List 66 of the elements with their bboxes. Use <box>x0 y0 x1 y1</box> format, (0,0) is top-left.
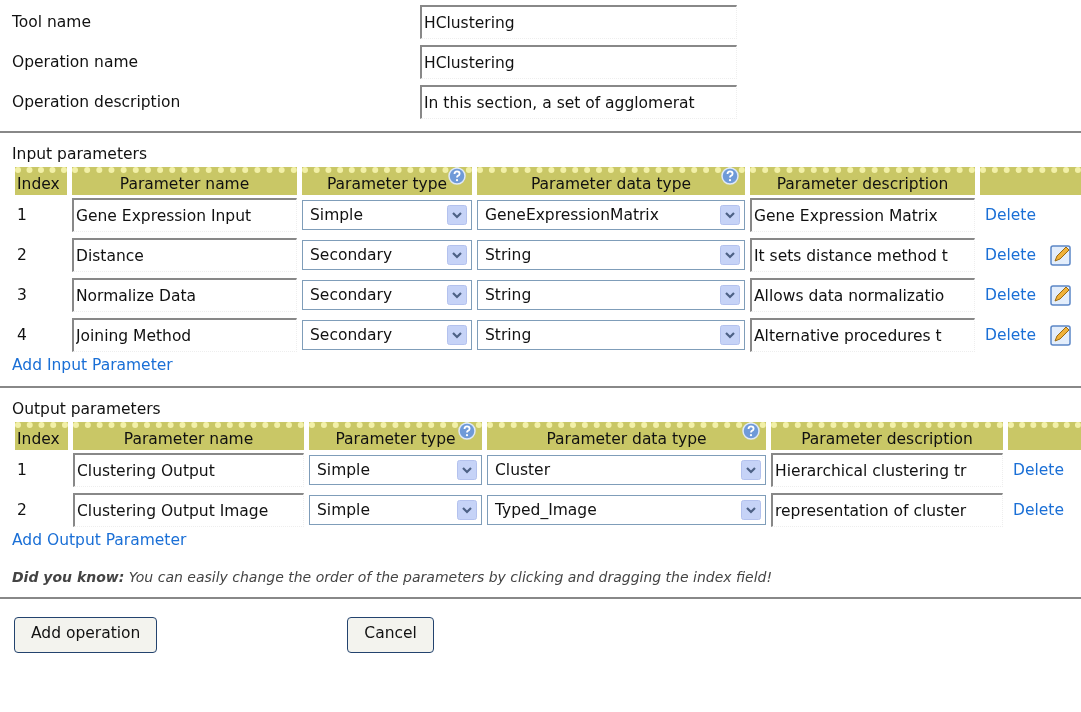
type-select[interactable]: Secondary <box>302 240 472 270</box>
name-field[interactable]: Clustering Output Image <box>73 493 304 527</box>
name-field[interactable]: Clustering Output <box>73 453 304 487</box>
delete-link[interactable]: Delete <box>1013 461 1064 479</box>
field-label: Operation name <box>12 53 139 71</box>
help-icon[interactable] <box>721 167 739 185</box>
column-header: Parameter name <box>123 430 254 448</box>
column-header: Parameter name <box>119 175 250 193</box>
row-index[interactable]: 2 <box>15 246 67 264</box>
help-icon[interactable] <box>458 422 476 440</box>
column-header: Parameter description <box>801 430 973 448</box>
name-field[interactable]: Normalize Data <box>72 278 297 312</box>
description-field[interactable]: Alternative procedures t <box>750 318 975 352</box>
delete-link[interactable]: Delete <box>1013 501 1064 519</box>
help-icon[interactable] <box>448 167 466 185</box>
field-label: Operation description <box>12 93 181 111</box>
description-field[interactable]: representation of cluster <box>771 493 1003 527</box>
type-select[interactable]: Simple <box>309 455 482 485</box>
row-index[interactable]: 1 <box>15 206 67 224</box>
type-select[interactable]: Secondary <box>302 320 472 350</box>
description-field[interactable]: Gene Expression Matrix <box>750 198 975 232</box>
form-button[interactable]: Add operation <box>14 617 158 653</box>
section-title: Output parameters <box>12 400 162 418</box>
data-type-select[interactable]: Typed_Image <box>487 495 766 525</box>
column-header: Index <box>17 175 60 193</box>
delete-link[interactable]: Delete <box>985 246 1036 264</box>
delete-link[interactable]: Delete <box>985 286 1036 304</box>
form-button[interactable]: Cancel <box>347 617 434 653</box>
data-type-select[interactable]: Cluster <box>487 455 766 485</box>
name-field[interactable]: Gene Expression Input <box>72 198 297 232</box>
description-field[interactable]: It sets distance method t <box>750 238 975 272</box>
row-index[interactable]: 2 <box>15 501 68 519</box>
column-header: Index <box>17 430 60 448</box>
column-header: Parameter description <box>776 175 949 193</box>
data-type-select[interactable]: String <box>477 280 745 310</box>
pencil-icon[interactable] <box>1049 244 1072 266</box>
row-index[interactable]: 1 <box>15 461 68 479</box>
add-parameter-link[interactable]: Add Input Parameter <box>12 356 173 374</box>
delete-link[interactable]: Delete <box>985 206 1036 224</box>
type-select[interactable]: Simple <box>309 495 482 525</box>
description-field[interactable]: Allows data normalizatio <box>750 278 975 312</box>
column-header: Parameter data type <box>546 430 707 448</box>
type-select[interactable]: Secondary <box>302 280 472 310</box>
add-parameter-link[interactable]: Add Output Parameter <box>12 531 187 549</box>
column-header: Parameter data type <box>530 175 691 193</box>
pencil-icon[interactable] <box>1049 324 1072 346</box>
data-type-select[interactable]: GeneExpressionMatrix <box>477 200 745 230</box>
column-header: Parameter type <box>335 430 456 448</box>
delete-link[interactable]: Delete <box>985 326 1036 344</box>
name-field[interactable]: Distance <box>72 238 297 272</box>
tip-text: Did you know: You can easily change the order of the parameters by clicking and dragging the index field! <box>12 569 774 585</box>
pencil-icon[interactable] <box>1049 284 1072 306</box>
help-icon[interactable] <box>742 422 760 440</box>
column-header: Parameter type <box>326 175 448 193</box>
data-type-select[interactable]: String <box>477 320 745 350</box>
section-title: Input parameters <box>12 145 148 163</box>
text-field[interactable]: In this section, a set of agglomerat <box>420 85 737 119</box>
type-select[interactable]: Simple <box>302 200 472 230</box>
field-label: Tool name <box>12 13 91 31</box>
description-field[interactable]: Hierarchical clustering tr <box>771 453 1003 487</box>
text-field[interactable]: HClustering <box>420 45 737 79</box>
text-field[interactable]: HClustering <box>420 5 737 39</box>
row-index[interactable]: 4 <box>15 326 67 344</box>
name-field[interactable]: Joining Method <box>72 318 297 352</box>
row-index[interactable]: 3 <box>15 286 67 304</box>
data-type-select[interactable]: String <box>477 240 745 270</box>
